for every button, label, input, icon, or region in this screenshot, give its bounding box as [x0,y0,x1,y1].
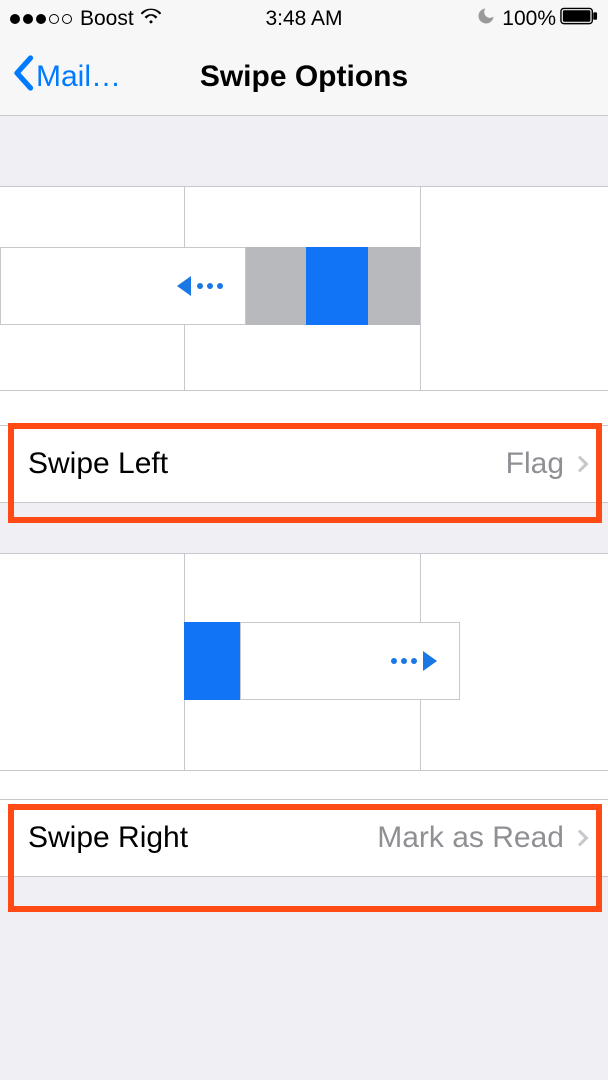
section-spacer [0,914,608,1080]
value-wrap: Mark as Read [377,821,586,855]
swipe-left-label: Swipe Left [28,447,168,481]
value-wrap: Flag [506,447,586,481]
chevron-right-icon [572,830,589,847]
swipe-left-row[interactable]: Swipe Left Flag [0,425,608,503]
mail-card [240,622,460,700]
swipe-right-illustration [184,622,460,700]
section-spacer [0,771,608,799]
section-spacer [0,503,608,553]
carrier-label: Boost [80,7,134,31]
swipe-right-value: Mark as Read [377,821,564,855]
moon-icon [476,6,496,32]
signal-strength-icon [10,14,72,24]
nav-bar: Mail… Swipe Options [0,38,608,116]
dots-icon [197,283,223,289]
section-spacer [0,391,608,425]
chevron-right-icon [572,456,589,473]
arrow-left-dotted-icon [177,276,191,296]
arrow-right-dotted-icon [423,651,437,671]
dots-icon [391,658,417,664]
swipe-left-value: Flag [506,447,564,481]
swipe-right-label: Swipe Right [28,821,188,855]
status-time: 3:48 AM [265,7,342,31]
swipe-right-preview [0,553,608,771]
back-label: Mail… [36,60,121,94]
chevron-left-icon [12,55,34,99]
swipe-left-preview [0,186,608,391]
mail-card [0,247,246,325]
swipe-left-illustration [0,247,420,325]
status-right: 100% [476,6,598,32]
wifi-icon [140,7,162,31]
battery-icon [560,7,598,31]
battery-percent: 100% [502,7,556,31]
status-left: Boost [10,7,162,31]
swipe-right-row[interactable]: Swipe Right Mark as Read [0,799,608,877]
section-spacer [0,116,608,186]
action-placeholder-blue [306,247,368,325]
guide-line [420,187,421,390]
page-title: Swipe Options [200,60,408,94]
action-placeholder-blue [184,622,240,700]
action-placeholder-gray [368,247,420,325]
action-placeholder-gray [246,247,306,325]
back-button[interactable]: Mail… [12,55,121,99]
status-bar: Boost 3:48 AM 100% [0,0,608,38]
